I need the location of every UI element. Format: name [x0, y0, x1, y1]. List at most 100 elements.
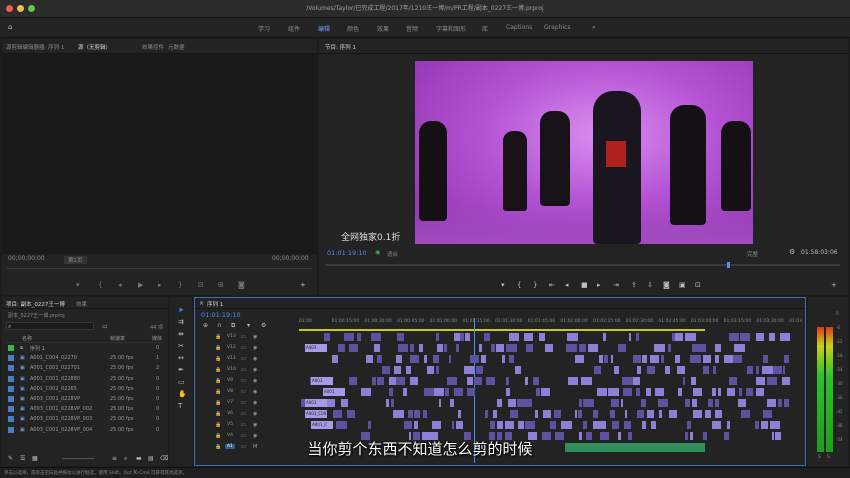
video-clip[interactable]: [598, 355, 603, 363]
video-clip[interactable]: [413, 410, 420, 418]
sync-lock-icon[interactable]: ▭: [241, 400, 246, 406]
video-clip[interactable]: [611, 399, 620, 407]
video-clip[interactable]: [668, 410, 678, 418]
video-clip[interactable]: [712, 366, 717, 374]
track-header-v5[interactable]: 🔒 V5 ▭ ◉: [195, 420, 299, 430]
video-clip[interactable]: [376, 355, 382, 363]
video-clip[interactable]: [423, 355, 427, 363]
lift-icon[interactable]: ⇪: [631, 282, 637, 289]
new-bin-icon[interactable]: ▭: [102, 323, 108, 330]
sync-lock-icon[interactable]: ▭: [241, 367, 246, 373]
mark-in-icon[interactable]: {: [98, 282, 102, 289]
eye-icon[interactable]: ◉: [253, 411, 257, 417]
video-clip[interactable]: [413, 421, 418, 429]
video-clip[interactable]: [534, 410, 538, 418]
video-clip[interactable]: [402, 388, 408, 396]
fit-dropdown[interactable]: 适合: [387, 250, 398, 258]
video-clip[interactable]: [641, 355, 647, 363]
video-clip[interactable]: [766, 399, 777, 407]
video-clip[interactable]: [333, 410, 342, 418]
video-clip-labeled[interactable]: A001: [323, 388, 345, 396]
work-area-bar[interactable]: [299, 329, 705, 331]
workspace-tab-graphics-titles[interactable]: 字幕和图形: [436, 24, 466, 33]
video-clip[interactable]: [769, 421, 781, 429]
add-marker-icon[interactable]: ▾: [247, 322, 250, 329]
camera-icon[interactable]: ◙: [663, 282, 670, 289]
video-clip[interactable]: [755, 366, 760, 374]
video-clip[interactable]: [510, 410, 518, 418]
video-clip[interactable]: [326, 399, 336, 407]
video-clip[interactable]: [739, 388, 742, 396]
video-clip[interactable]: [707, 399, 714, 407]
video-clip[interactable]: [650, 421, 657, 429]
video-clip[interactable]: [356, 333, 361, 341]
rectangle-tool-icon[interactable]: ▭: [178, 379, 185, 386]
video-clip[interactable]: [635, 333, 640, 341]
video-clip[interactable]: [729, 377, 737, 385]
video-clip[interactable]: [674, 333, 684, 341]
video-clip[interactable]: [396, 377, 405, 385]
tab-source-editor[interactable]: 源剪辑编辑器器: 序列 1: [6, 43, 64, 51]
video-clip[interactable]: [396, 355, 402, 363]
video-clip[interactable]: [426, 366, 435, 374]
video-clip[interactable]: [386, 399, 389, 407]
video-clip[interactable]: [525, 344, 533, 352]
video-clip[interactable]: [361, 388, 371, 396]
project-item-row[interactable]: ⧈ 序列 1 0: [6, 344, 164, 353]
video-clip[interactable]: [456, 421, 464, 429]
video-clip[interactable]: [474, 377, 483, 385]
overwrite-icon[interactable]: ⊞: [218, 282, 224, 289]
video-clip[interactable]: [645, 388, 651, 396]
video-clip[interactable]: [658, 399, 668, 407]
video-clip[interactable]: [597, 388, 607, 396]
video-clip[interactable]: [337, 344, 345, 352]
video-clip[interactable]: [547, 410, 551, 418]
video-clip[interactable]: [660, 355, 665, 363]
video-clip[interactable]: [489, 421, 496, 429]
video-clip[interactable]: [480, 355, 487, 363]
step-forward-icon[interactable]: ▸: [158, 282, 162, 289]
video-clip[interactable]: [727, 388, 735, 396]
video-clip[interactable]: [703, 355, 712, 363]
video-clip[interactable]: [504, 421, 514, 429]
sort-icon[interactable]: ≡: [112, 455, 117, 462]
video-clip[interactable]: [677, 366, 686, 374]
workspace-tab-audio[interactable]: 音频: [406, 24, 418, 33]
video-clip[interactable]: [467, 388, 476, 396]
video-clip[interactable]: [583, 421, 588, 429]
video-clip[interactable]: [712, 421, 722, 429]
video-clip[interactable]: [646, 366, 656, 374]
video-clip[interactable]: [729, 333, 740, 341]
video-clip[interactable]: [714, 344, 721, 352]
video-clip[interactable]: [344, 333, 354, 341]
lock-icon[interactable]: 🔒: [215, 422, 221, 428]
video-clip[interactable]: [784, 355, 789, 363]
label-color-swatch[interactable]: [8, 406, 14, 413]
column-name[interactable]: 名称: [22, 335, 32, 342]
video-clip[interactable]: [690, 355, 701, 363]
home-icon[interactable]: ⌂: [8, 24, 12, 31]
video-clip[interactable]: [612, 421, 619, 429]
video-clip[interactable]: [578, 399, 583, 407]
video-clip[interactable]: [456, 344, 459, 352]
video-clip[interactable]: [781, 377, 791, 385]
track-name[interactable]: V7: [225, 400, 235, 405]
video-clip[interactable]: [718, 388, 722, 396]
track-header-v13[interactable]: 🔒 V13 ▭ ◉: [195, 332, 299, 342]
solo-right-button[interactable]: S: [827, 455, 830, 460]
step-back-icon[interactable]: ◂: [118, 282, 122, 289]
video-clip[interactable]: [524, 333, 533, 341]
video-clip[interactable]: [715, 410, 723, 418]
lock-icon[interactable]: 🔒: [215, 411, 221, 417]
video-clip[interactable]: [723, 432, 730, 440]
video-clip[interactable]: [410, 355, 420, 363]
workspace-tab-learn[interactable]: 学习: [258, 24, 270, 33]
video-clip[interactable]: [617, 344, 627, 352]
video-clip[interactable]: [396, 333, 404, 341]
sync-lock-icon[interactable]: ▭: [241, 356, 246, 362]
video-clip[interactable]: [397, 344, 409, 352]
mark-in-icon[interactable]: {: [517, 282, 521, 289]
workspace-tab-graphics[interactable]: Graphics: [544, 24, 571, 31]
program-playhead[interactable]: [727, 262, 730, 268]
lock-icon[interactable]: 🔒: [215, 334, 221, 340]
